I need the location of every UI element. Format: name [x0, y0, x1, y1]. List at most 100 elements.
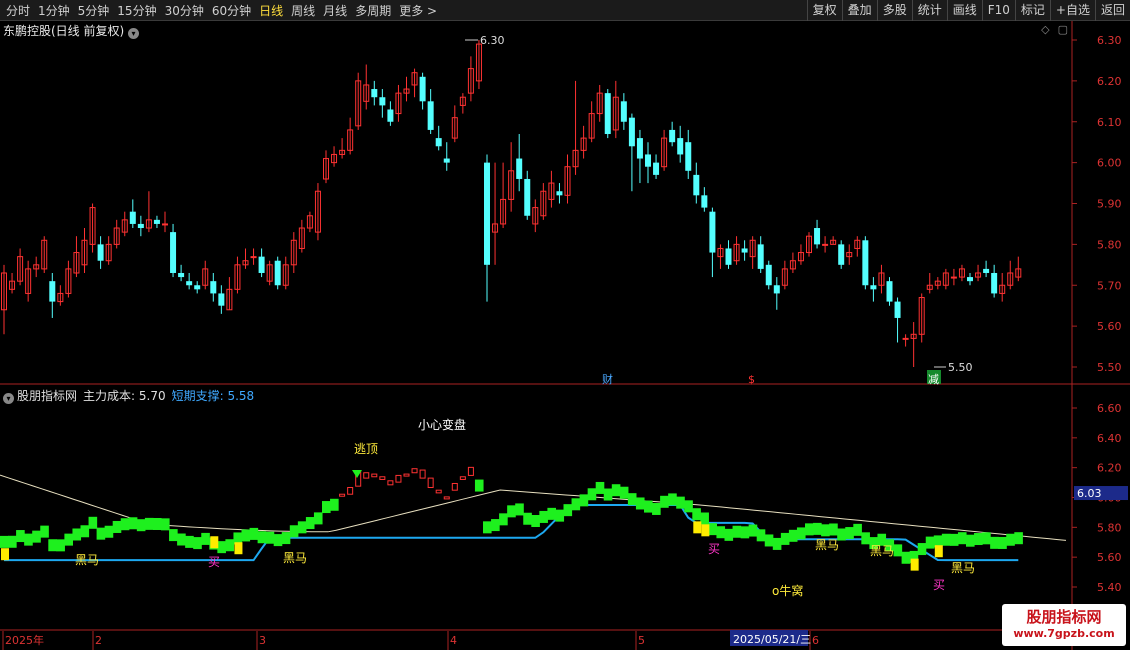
ind-red-body: [435, 489, 442, 494]
price-axis-label: 6.00: [1097, 157, 1122, 170]
cursor-date: 2025/05/21/三: [733, 633, 811, 646]
square-icon[interactable]: ▢: [1058, 23, 1068, 36]
period-tab-10[interactable]: 更多 >: [395, 2, 441, 19]
ind-block: [273, 534, 283, 547]
tool-button-7[interactable]: +自选: [1049, 0, 1095, 21]
candle-body: [685, 142, 692, 171]
ind-red-body: [371, 473, 378, 478]
ind-block: [829, 523, 838, 536]
ind-block: [72, 528, 82, 541]
tool-button-2[interactable]: 多股: [876, 0, 912, 21]
stock-title[interactable]: 东鹏控股(日线 前复权) ▾: [3, 22, 142, 39]
watermark-url: www.7gpzb.com: [1013, 627, 1115, 640]
candle-body: [516, 158, 523, 179]
ind-block: [788, 529, 798, 542]
ind-block: [716, 526, 726, 539]
ind-block: [635, 497, 645, 510]
period-tab-6[interactable]: 日线: [255, 2, 287, 19]
ind-axis-label: 5.40: [1097, 581, 1122, 594]
period-tab-0[interactable]: 分时: [2, 2, 34, 19]
toolbar: 分时 1分钟 5分钟 15分钟 30分钟 60分钟 日线 周线 月线 多周期 更多 > 复权 叠加 多股…: [0, 0, 1130, 21]
ind-block: [483, 521, 492, 534]
date-label: 3: [259, 634, 266, 647]
ind-block: [80, 525, 90, 538]
tool-button-3[interactable]: 统计: [911, 0, 947, 21]
dropdown-icon[interactable]: ▾: [128, 28, 140, 39]
ind-yellow-block: [234, 542, 243, 555]
candle-body: [773, 285, 780, 294]
candle-body: [862, 240, 869, 286]
candle-body: [274, 260, 281, 286]
ind-red-body: [347, 487, 354, 495]
tool-button-8[interactable]: 返回: [1094, 0, 1130, 21]
diamond-icon[interactable]: ◇: [1041, 23, 1049, 36]
ind-block: [1014, 532, 1023, 545]
period-tab-3[interactable]: 15分钟: [113, 2, 160, 19]
ind-yellow-block: [701, 524, 710, 537]
candle-body: [725, 248, 732, 265]
tool-button-1[interactable]: 叠加: [841, 0, 877, 21]
candle-body: [886, 281, 893, 302]
signal-taoding: 逃顶: [354, 442, 378, 456]
candle-body: [443, 158, 450, 163]
candle-body: [620, 101, 627, 122]
candle-body: [162, 223, 168, 226]
candle-body: [129, 211, 136, 224]
ind-block: [169, 529, 178, 542]
ind-block: [515, 503, 524, 516]
ind-block: [579, 494, 589, 507]
candle-body: [814, 228, 821, 245]
candle-body: [983, 268, 990, 273]
tool-button-4[interactable]: 画线: [946, 0, 982, 21]
candle-body: [524, 178, 531, 216]
candle-body: [170, 232, 177, 273]
candle-body: [186, 281, 193, 286]
period-tab-2[interactable]: 5分钟: [74, 2, 114, 19]
dropdown-icon[interactable]: ▾: [3, 393, 14, 404]
period-tab-4[interactable]: 30分钟: [161, 2, 208, 19]
ind-block: [547, 507, 556, 520]
stock-title-text: 东鹏控股(日线 前复权): [3, 24, 125, 38]
ind-block: [40, 525, 49, 538]
candle-body: [693, 174, 700, 196]
ind-block: [112, 520, 122, 533]
ind-block: [845, 527, 854, 540]
ind-block: [152, 517, 162, 530]
ind-block: [893, 544, 903, 557]
ind-block: [32, 530, 41, 543]
candle-body: [645, 154, 651, 167]
ind-block: [523, 512, 532, 525]
ind-block: [491, 519, 500, 532]
ind-block: [772, 537, 782, 550]
candle-body: [822, 243, 829, 246]
period-tab-7[interactable]: 周线: [287, 2, 319, 19]
ind-block: [474, 479, 484, 492]
ind-block: [595, 481, 605, 494]
ind-yellow-block: [693, 521, 702, 534]
indicator-title[interactable]: ▾ 股朋指标网 主力成本: 5.70 短期支撑: 5.58: [3, 387, 254, 404]
candle-body: [628, 117, 635, 147]
period-tab-5[interactable]: 60分钟: [208, 2, 255, 19]
date-label: 2: [95, 634, 102, 647]
ind-block: [193, 537, 202, 550]
candle-body: [137, 223, 144, 229]
candle-body: [636, 138, 643, 159]
period-tab-8[interactable]: 月线: [319, 2, 351, 19]
ind-red-body: [451, 482, 458, 491]
panel-icons: ◇ ▢: [1033, 23, 1068, 36]
ind-block: [796, 527, 806, 540]
marker-dollar: $: [748, 373, 755, 386]
ind-block: [853, 523, 862, 536]
ind-yellow-block: [934, 545, 943, 558]
chart-canvas[interactable]: 6.30 6.20 6.10 6.00 5.90 5.80 5.70 5.60 5.50 6.60…: [0, 21, 1130, 650]
ind-red-body: [467, 466, 474, 476]
tool-button-6[interactable]: 标记: [1014, 0, 1050, 21]
stock-chart-app: 分时 1分钟 5分钟 15分钟 30分钟 60分钟 日线 周线 月线 多周期 更多 > 复权 叠加 多股…: [0, 0, 1130, 650]
tool-button-0[interactable]: 复权: [806, 0, 842, 21]
candle-body: [757, 244, 764, 269]
period-tab-1[interactable]: 1分钟: [34, 2, 74, 19]
tool-button-5[interactable]: F10: [981, 0, 1015, 21]
ind-block: [8, 535, 17, 548]
ind-block: [957, 532, 967, 545]
period-tab-9[interactable]: 多周期: [351, 2, 395, 19]
